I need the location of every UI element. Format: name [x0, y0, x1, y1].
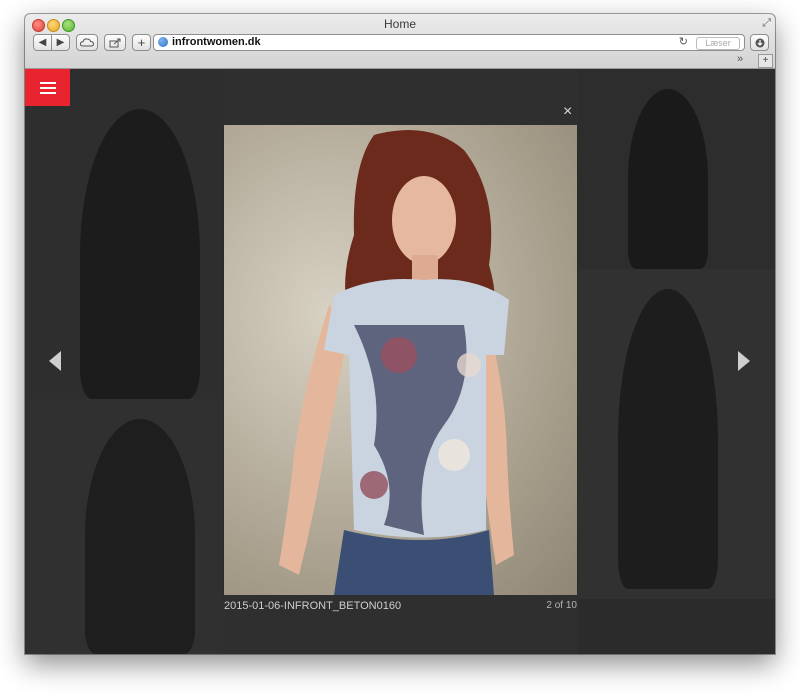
back-button[interactable]: ◀	[33, 34, 52, 51]
chevron-right-icon[interactable]	[738, 351, 750, 371]
gallery-tile[interactable]	[223, 69, 578, 125]
hamburger-menu-icon	[39, 81, 56, 84]
browser-toolbar: Home ⤢ ◀ ▶ + infrontwomen.dk ↻ Læser » +	[25, 14, 775, 69]
overflow-chevron[interactable]: »	[737, 53, 743, 65]
icloud-tabs-button[interactable]	[76, 34, 98, 51]
gallery-photo	[85, 419, 195, 654]
share-button[interactable]	[104, 34, 126, 51]
reader-button[interactable]: Læser	[696, 37, 740, 50]
browser-window: Home ⤢ ◀ ▶ + infrontwomen.dk ↻ Læser » +	[25, 14, 775, 654]
gallery-tile[interactable]	[25, 69, 223, 399]
page-viewport: × 2015-01-06-INFRONT_BETON0160 2 of 10	[25, 69, 775, 654]
reload-icon[interactable]: ↻	[679, 35, 688, 48]
gallery-tile[interactable]	[578, 269, 775, 599]
gallery-photo	[80, 109, 200, 399]
chevron-left-icon[interactable]	[49, 351, 61, 371]
window-title: Home	[383, 17, 416, 31]
globe-icon	[158, 37, 168, 47]
model-photo-illustration	[279, 130, 514, 595]
url-text[interactable]: infrontwomen.dk	[172, 36, 261, 48]
new-tab-button[interactable]: +	[758, 54, 773, 68]
gallery-photo	[628, 89, 708, 269]
photo-counter: 2 of 10	[546, 600, 577, 611]
lightbox-close-button[interactable]: ×	[563, 103, 572, 121]
gallery-tile[interactable]	[578, 69, 775, 269]
downloads-button[interactable]	[750, 34, 769, 51]
gallery-photo	[618, 289, 718, 589]
gallery-tile[interactable]	[25, 399, 223, 654]
download-icon	[755, 38, 764, 47]
photo-caption: 2015-01-06-INFRONT_BETON0160	[224, 600, 402, 612]
fullscreen-icon[interactable]: ⤢	[762, 17, 771, 30]
address-bar[interactable]: infrontwomen.dk ↻ Læser	[153, 34, 745, 51]
cloud-icon	[80, 38, 94, 47]
add-bookmark-button[interactable]: +	[132, 34, 151, 51]
lightbox-photo	[224, 125, 577, 595]
hamburger-menu-button[interactable]	[25, 69, 70, 106]
share-icon	[109, 38, 121, 47]
forward-button[interactable]: ▶	[51, 34, 70, 51]
